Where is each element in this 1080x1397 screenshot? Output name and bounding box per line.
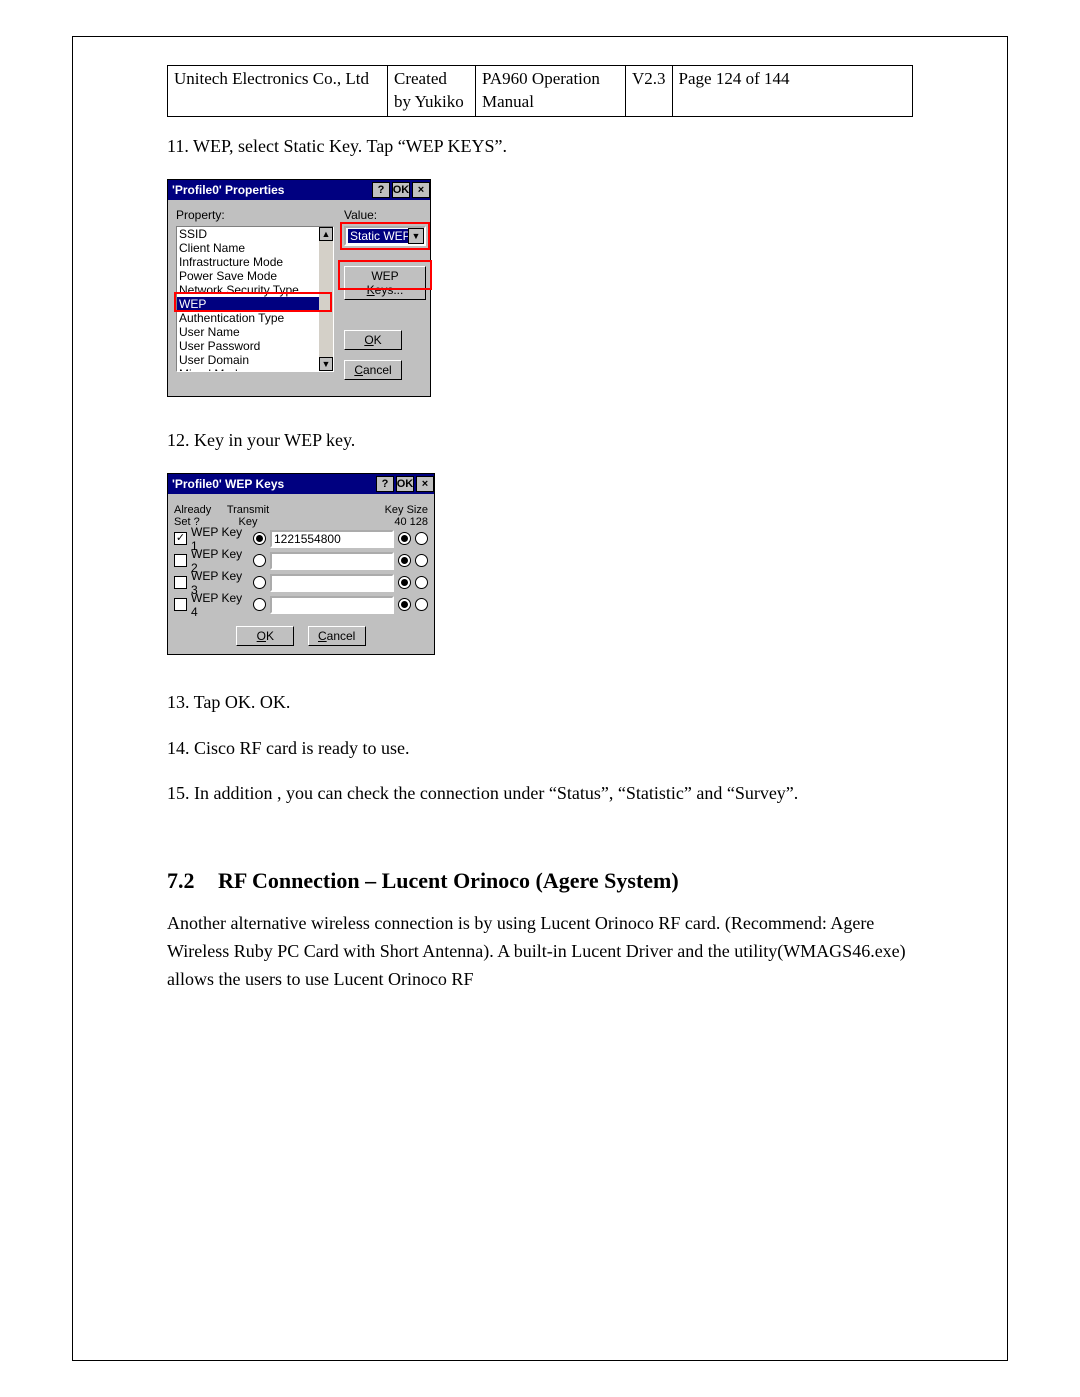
highlight-value-dropdown [340, 222, 430, 250]
dlg2-titlebar: 'Profile0' WEP Keys ? OK × [168, 474, 434, 494]
keysize-40-radio[interactable] [398, 576, 411, 589]
keysize-128-radio[interactable] [415, 598, 428, 611]
wep-key-input[interactable] [270, 552, 394, 570]
wep-key-input[interactable]: 1221554800 [270, 530, 394, 548]
profile0-properties-dialog: 'Profile0' Properties ? OK × Property: V… [167, 179, 431, 397]
list-item[interactable]: User Name [177, 325, 319, 339]
step-14: 14. Cisco RF card is ready to use. [167, 735, 913, 763]
list-item[interactable]: SSID [177, 227, 319, 241]
already-set-checkbox[interactable] [174, 576, 187, 589]
transmit-key-radio[interactable] [253, 576, 266, 589]
ok-button[interactable]: OK [344, 330, 402, 350]
hdr-doc: PA960 Operation Manual [476, 66, 626, 117]
keysize-128-radio[interactable] [415, 576, 428, 589]
wep-key-input[interactable] [270, 596, 394, 614]
ok-titlebar-button[interactable]: OK [392, 182, 410, 198]
hdr-created: Created by Yukiko [388, 66, 476, 117]
close-icon[interactable]: × [412, 182, 430, 198]
scroll-down-icon[interactable]: ▼ [319, 357, 333, 371]
transmit-key-radio[interactable] [253, 532, 266, 545]
close-icon[interactable]: × [416, 476, 434, 492]
hdr-page: Page 124 of 144 [672, 66, 912, 117]
highlight-wep-keys-button [338, 260, 432, 290]
already-set-checkbox[interactable]: ✓ [174, 532, 187, 545]
section-para: Another alternative wireless connection … [167, 910, 913, 994]
keysize-40-radio[interactable] [398, 598, 411, 611]
wep-key-input[interactable] [270, 574, 394, 592]
step-13: 13. Tap OK. OK. [167, 689, 913, 717]
wep-key-label: WEP Key 4 [191, 591, 249, 619]
step-15: 15. In addition , you can check the conn… [167, 780, 913, 808]
scroll-up-icon[interactable]: ▲ [319, 227, 333, 241]
list-item[interactable]: Mixed Mode [177, 367, 319, 372]
transmit-key-radio[interactable] [253, 598, 266, 611]
dlg1-titlebar: 'Profile0' Properties ? OK × [168, 180, 430, 200]
dlg2-title: 'Profile0' WEP Keys [172, 477, 374, 491]
hdr-created-l1: Created [394, 69, 447, 88]
hdr-company: Unitech Electronics Co., Ltd [168, 66, 388, 117]
ok-titlebar-button[interactable]: OK [396, 476, 414, 492]
cancel-button[interactable]: Cancel [344, 360, 402, 380]
dlg1-title: 'Profile0' Properties [172, 183, 370, 197]
section-number: 7.2 [167, 868, 195, 894]
transmit-key-radio[interactable] [253, 554, 266, 567]
keysize-128-radio[interactable] [415, 554, 428, 567]
hdr-created-l2: by Yukiko [394, 92, 464, 111]
list-item[interactable]: Infrastructure Mode [177, 255, 319, 269]
step-12: 12. Key in your WEP key. [167, 427, 913, 455]
already-set-checkbox[interactable] [174, 598, 187, 611]
cancel-button[interactable]: Cancel [308, 626, 366, 646]
section-title: RF Connection – Lucent Orinoco (Agere Sy… [218, 868, 679, 893]
section-heading: 7.2 RF Connection – Lucent Orinoco (Ager… [167, 868, 913, 894]
value-label: Value: [344, 208, 377, 222]
hdr-doc-l2: Manual [482, 92, 534, 111]
list-item[interactable]: Power Save Mode [177, 269, 319, 283]
profile0-wepkeys-dialog: 'Profile0' WEP Keys ? OK × AlreadySet ? … [167, 473, 435, 655]
list-item[interactable]: User Domain [177, 353, 319, 367]
col-keysize: Key Size 40 128 [378, 504, 428, 528]
keysize-128-radio[interactable] [415, 532, 428, 545]
list-item[interactable]: Authentication Type [177, 311, 319, 325]
keysize-40-radio[interactable] [398, 554, 411, 567]
already-set-checkbox[interactable] [174, 554, 187, 567]
keysize-40-radio[interactable] [398, 532, 411, 545]
property-label: Property: [176, 208, 225, 222]
highlight-wep-row [174, 292, 332, 312]
list-item[interactable]: Client Name [177, 241, 319, 255]
step-11: 11. WEP, select Static Key. Tap “WEP KEY… [167, 133, 913, 161]
ok-button[interactable]: OK [236, 626, 294, 646]
help-icon[interactable]: ? [372, 182, 390, 198]
hdr-doc-l1: PA960 Operation [482, 69, 600, 88]
help-icon[interactable]: ? [376, 476, 394, 492]
wep-key-row: WEP Key 4 [174, 594, 428, 616]
list-item[interactable]: User Password [177, 339, 319, 353]
doc-header-table: Unitech Electronics Co., Ltd Created by … [167, 65, 913, 117]
hdr-version: V2.3 [626, 66, 673, 117]
